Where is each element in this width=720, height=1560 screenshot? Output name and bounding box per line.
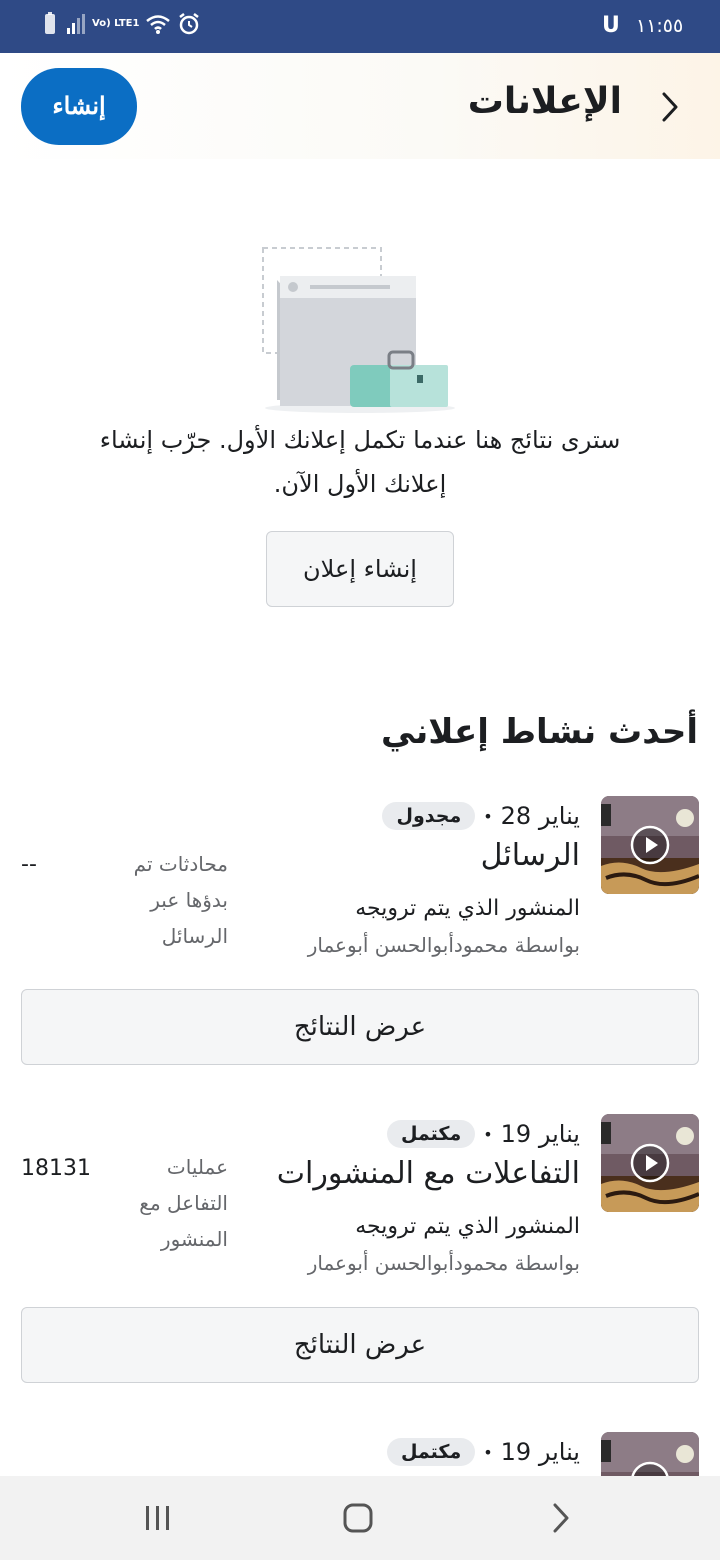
create-ad-button[interactable]: إنشاء إعلان bbox=[266, 531, 454, 607]
activity-card: يناير 19 • مكتمل bbox=[0, 1432, 720, 1476]
status-time: ١١:٥٥ bbox=[636, 15, 684, 37]
separator-dot: • bbox=[483, 806, 493, 826]
activity-card: يناير 19 • مكتمل التفاعلات مع المنشورات … bbox=[0, 1114, 720, 1384]
ad-objective-title: الرسائل bbox=[480, 838, 580, 873]
status-icons: Vo) LTE1 bbox=[40, 12, 201, 36]
play-icon bbox=[630, 1143, 670, 1183]
metric-label: محادثات تم بدؤها عبر الرسائل bbox=[133, 852, 228, 948]
separator-dot: • bbox=[483, 1124, 493, 1144]
signal-icon bbox=[67, 14, 85, 34]
page-title: الإعلانات bbox=[467, 81, 622, 122]
ad-author: بواسطة محمودأبوالحسن أبوعمار bbox=[307, 933, 580, 957]
empty-state-line-1: سترى نتائج هنا عندما تكمل إعلانك الأول. … bbox=[99, 426, 621, 454]
battery-icon bbox=[45, 12, 55, 34]
play-icon bbox=[630, 825, 670, 865]
empty-state-illustration bbox=[262, 247, 455, 413]
ad-objective-title: التفاعلات مع المنشورات bbox=[276, 1156, 580, 1191]
carrier-mark: U bbox=[602, 13, 620, 38]
ad-author: بواسطة محمودأبوالحسن أبوعمار bbox=[307, 1251, 580, 1275]
chevron-icon[interactable] bbox=[657, 90, 683, 124]
separator-dot: • bbox=[483, 1442, 493, 1462]
view-results-button[interactable]: عرض النتائج bbox=[21, 989, 699, 1065]
recent-activity-title: أحدث نشاط إعلاني bbox=[381, 712, 698, 752]
status-badge: مجدول bbox=[382, 802, 476, 830]
network-label: Vo) LTE1 bbox=[92, 18, 140, 29]
ad-date: يناير 28 bbox=[500, 802, 580, 830]
empty-state-message: سترى نتائج هنا عندما تكمل إعلانك الأول. … bbox=[40, 418, 680, 506]
metric-label: عمليات التفاعل مع المنشور bbox=[139, 1155, 228, 1251]
ad-subtitle: المنشور الذي يتم ترويجه bbox=[355, 1214, 580, 1239]
play-icon bbox=[631, 1461, 669, 1476]
create-button[interactable]: إنشاء bbox=[21, 68, 137, 145]
view-results-button[interactable]: عرض النتائج bbox=[21, 1307, 699, 1383]
ad-thumbnail[interactable] bbox=[601, 1114, 699, 1212]
status-badge: مكتمل bbox=[386, 1438, 476, 1466]
card-meta: يناير 19 • مكتمل bbox=[386, 1114, 580, 1154]
card-meta: يناير 19 • مكتمل bbox=[386, 1432, 580, 1472]
system-nav-bar bbox=[0, 1476, 720, 1560]
alarm-icon bbox=[179, 13, 200, 35]
ad-thumbnail[interactable] bbox=[601, 1432, 699, 1476]
metric-value: 18131 bbox=[21, 1156, 91, 1181]
ad-date: يناير 19 bbox=[500, 1120, 580, 1148]
app-header: إنشاء الإعلانات bbox=[0, 53, 720, 159]
home-icon[interactable] bbox=[340, 1500, 376, 1536]
empty-state-line-2: إعلانك الأول الآن. bbox=[273, 470, 447, 498]
recent-apps-icon[interactable] bbox=[140, 1500, 176, 1536]
status-badge: مكتمل bbox=[386, 1120, 476, 1148]
back-icon[interactable] bbox=[543, 1500, 579, 1536]
ad-thumbnail[interactable] bbox=[601, 796, 699, 894]
metric-value: -- bbox=[21, 852, 37, 877]
activity-card: يناير 28 • مجدول الرسائل المنشور الذي يت… bbox=[0, 796, 720, 1066]
ad-date: يناير 19 bbox=[500, 1438, 580, 1466]
ad-subtitle: المنشور الذي يتم ترويجه bbox=[355, 896, 580, 921]
card-meta: يناير 28 • مجدول bbox=[382, 796, 580, 836]
wifi-icon bbox=[146, 15, 171, 34]
status-bar: Vo) LTE1 U ١١:٥٥ bbox=[0, 0, 720, 53]
